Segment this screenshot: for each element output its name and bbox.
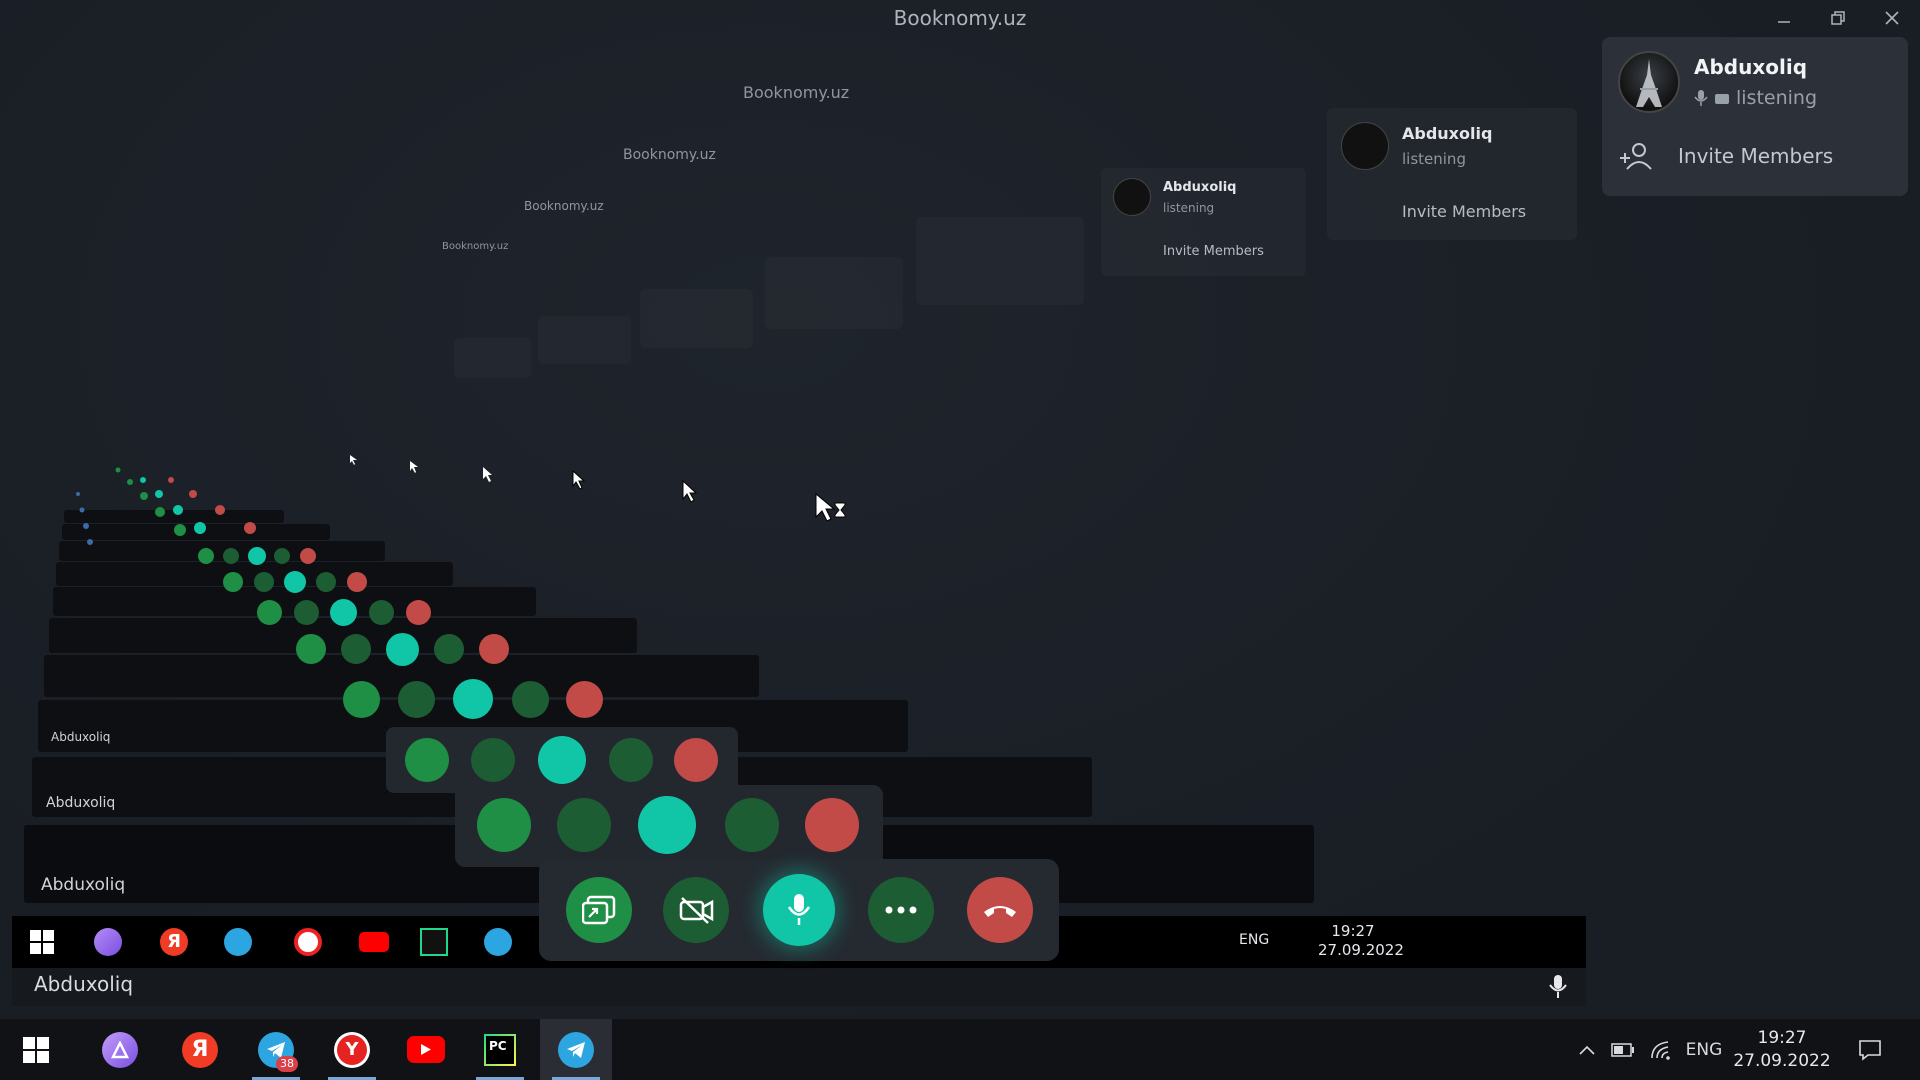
screen-share-button[interactable] — [566, 877, 632, 943]
camera-toggle-button[interactable] — [663, 877, 729, 943]
end-call-button[interactable] — [967, 877, 1033, 943]
echo-title: Booknomy.uz — [743, 83, 850, 102]
youtube-icon — [359, 932, 389, 952]
hang-up-icon — [984, 906, 1016, 917]
shared-clock: 19:27 27.09.2022 — [1318, 922, 1404, 959]
echo-title: Booknomy.uz — [524, 199, 604, 213]
more-options-button[interactable] — [868, 877, 934, 943]
screen-share-icon — [582, 895, 616, 925]
cursor-echo-icon — [410, 461, 418, 473]
yandex-browser-icon — [294, 928, 322, 956]
telegram-icon — [224, 928, 252, 956]
unread-badge: 38 — [276, 1056, 298, 1072]
member-name[interactable]: Abduxoliq — [1694, 55, 1807, 79]
clock-date: 27.09.2022 — [1733, 1051, 1831, 1071]
cursor-echo-icon — [350, 455, 357, 465]
windows-icon — [30, 930, 54, 954]
cursor-echo-icon — [483, 467, 492, 482]
call-controls — [539, 859, 1059, 961]
language-indicator[interactable]: ENG — [1682, 1019, 1726, 1080]
close-button[interactable] — [1872, 2, 1912, 34]
echo-panel — [454, 338, 531, 378]
wifi-icon — [1651, 1040, 1670, 1060]
avatar[interactable] — [1618, 51, 1680, 113]
taskbar-alice[interactable] — [84, 1019, 156, 1080]
more-dots-icon — [885, 906, 917, 914]
member-status: listening — [1694, 87, 1817, 109]
screen: Booknomy.uz Booknomy.uz Booknomy.uz Book… — [0, 0, 1920, 1080]
windows-taskbar: Я 38 Y PC ENG 19:27 27.09.2022 — [0, 1019, 1920, 1080]
start-button[interactable] — [0, 1019, 72, 1080]
echo-streak — [76, 467, 256, 545]
invite-members-label: Invite Members — [1678, 144, 1834, 168]
minimize-icon — [1778, 21, 1790, 23]
microphone-icon — [1549, 975, 1567, 998]
echo-title: Booknomy.uz — [623, 147, 716, 163]
mic-muted-icon — [1694, 90, 1708, 106]
shared-screen-footer: Abduxoliq — [12, 968, 1586, 1006]
restore-icon — [1831, 11, 1845, 25]
restore-button[interactable] — [1818, 2, 1858, 34]
video-off-icon — [679, 897, 714, 924]
microphone-icon — [787, 894, 811, 925]
windows-icon — [23, 1036, 49, 1063]
taskbar-telegram[interactable] — [540, 1019, 612, 1080]
echo-speaker: Abduxoliq — [41, 875, 126, 895]
battery-icon — [1611, 1042, 1634, 1057]
shared-lang: ENG — [1239, 932, 1270, 948]
member-status-text: listening — [1736, 87, 1818, 109]
youtube-icon — [407, 1036, 445, 1063]
taskbar-pycharm[interactable]: PC — [464, 1019, 536, 1080]
window-titlebar[interactable]: Booknomy.uz — [0, 0, 1920, 36]
echo-panel: Abduxoliq listening Invite Members — [1327, 108, 1577, 240]
show-hidden-icons-button[interactable] — [1572, 1019, 1602, 1080]
add-user-icon — [1620, 143, 1652, 170]
pycharm-icon — [420, 928, 448, 956]
busy-cursor-icon — [815, 493, 846, 522]
chevron-up-icon — [1579, 1045, 1595, 1055]
alice-icon — [94, 928, 122, 956]
speaker-name: Abduxoliq — [34, 972, 134, 996]
telegram-icon — [558, 1031, 594, 1068]
notification-icon — [1859, 1039, 1881, 1061]
clock-time: 19:27 — [1757, 1028, 1807, 1048]
cursor-echo-icon — [572, 470, 586, 490]
network-button[interactable] — [1645, 1019, 1677, 1080]
echo-title: Booknomy.uz — [442, 241, 509, 252]
echo-speaker: Abduxoliq — [51, 730, 111, 744]
tower-avatar-icon — [1636, 59, 1662, 107]
yandex-icon: Я — [182, 1031, 218, 1068]
yandex-browser-icon: Y — [334, 1031, 370, 1068]
taskbar-youtube[interactable] — [390, 1019, 462, 1080]
echo-panel — [916, 217, 1084, 305]
alice-icon — [102, 1031, 138, 1068]
echo-panel — [640, 289, 753, 348]
microphone-button[interactable] — [763, 874, 835, 946]
taskbar-clock[interactable]: 19:27 27.09.2022 — [1733, 1027, 1831, 1073]
participants-panel: Abduxoliq listening Invite Members — [1602, 37, 1908, 196]
taskbar-telegram-badge[interactable]: 38 — [240, 1019, 312, 1080]
echo-panel — [538, 316, 631, 364]
window-title: Booknomy.uz — [893, 6, 1027, 30]
minimize-button[interactable] — [1764, 2, 1804, 34]
echo-panel: Abduxoliq listening Invite Members — [1101, 168, 1306, 276]
yandex-icon: Я — [160, 928, 188, 956]
echo-speaker: Abduxoliq — [46, 795, 116, 811]
screen-share-small-icon — [1715, 94, 1729, 104]
echo-panel — [765, 257, 903, 329]
taskbar-yandex[interactable]: Я — [164, 1019, 236, 1080]
battery-button[interactable] — [1608, 1019, 1638, 1080]
telegram-icon — [484, 928, 512, 956]
cursor-echo-icon — [682, 480, 698, 503]
action-center-button[interactable] — [1850, 1019, 1890, 1080]
invite-members-button[interactable]: Invite Members — [1618, 141, 1833, 171]
pycharm-icon: PC — [484, 1033, 516, 1066]
close-icon — [1885, 11, 1899, 25]
taskbar-yandex-browser[interactable]: Y — [316, 1019, 388, 1080]
